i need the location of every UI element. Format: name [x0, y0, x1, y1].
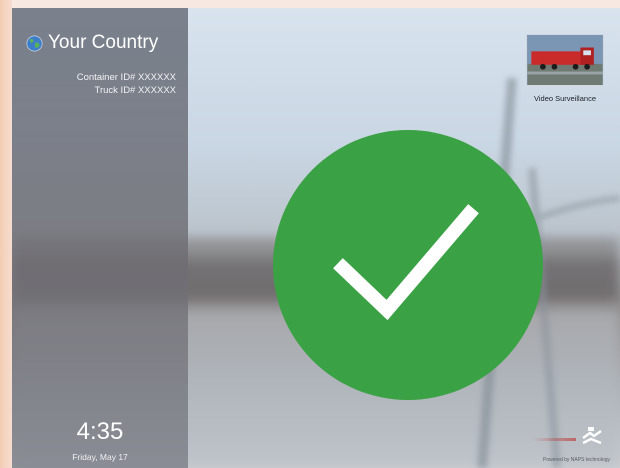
top-frame [0, 0, 620, 8]
truck-id: Truck ID# XXXXXX [94, 85, 176, 96]
powered-by: Powered by NAPS technology [543, 457, 610, 463]
brand-stripe [532, 438, 576, 441]
video-thumbnail [526, 34, 604, 86]
video-surveillance[interactable]: Video Surveillance [526, 34, 604, 103]
clock-time: 4:35 [76, 418, 124, 445]
container-id: Container ID# XXXXXX [76, 72, 176, 83]
kiosk-screen: Your Country Container ID# XXXXXX Truck … [12, 8, 620, 468]
left-frame [0, 0, 12, 468]
country-label: Your Country [48, 32, 159, 53]
naps-logo-icon [582, 427, 602, 445]
globe-icon [26, 35, 43, 51]
identifier-block: Container ID# XXXXXX Truck ID# XXXXXX [16, 71, 176, 97]
info-sidebar: Your Country Container ID# XXXXXX Truck … [12, 8, 188, 468]
video-label: Video Surveillance [534, 94, 596, 103]
clock-date: Friday, May 17 [72, 452, 128, 462]
checkmark-icon [273, 130, 543, 400]
country-selector[interactable]: Your Country [26, 32, 158, 54]
